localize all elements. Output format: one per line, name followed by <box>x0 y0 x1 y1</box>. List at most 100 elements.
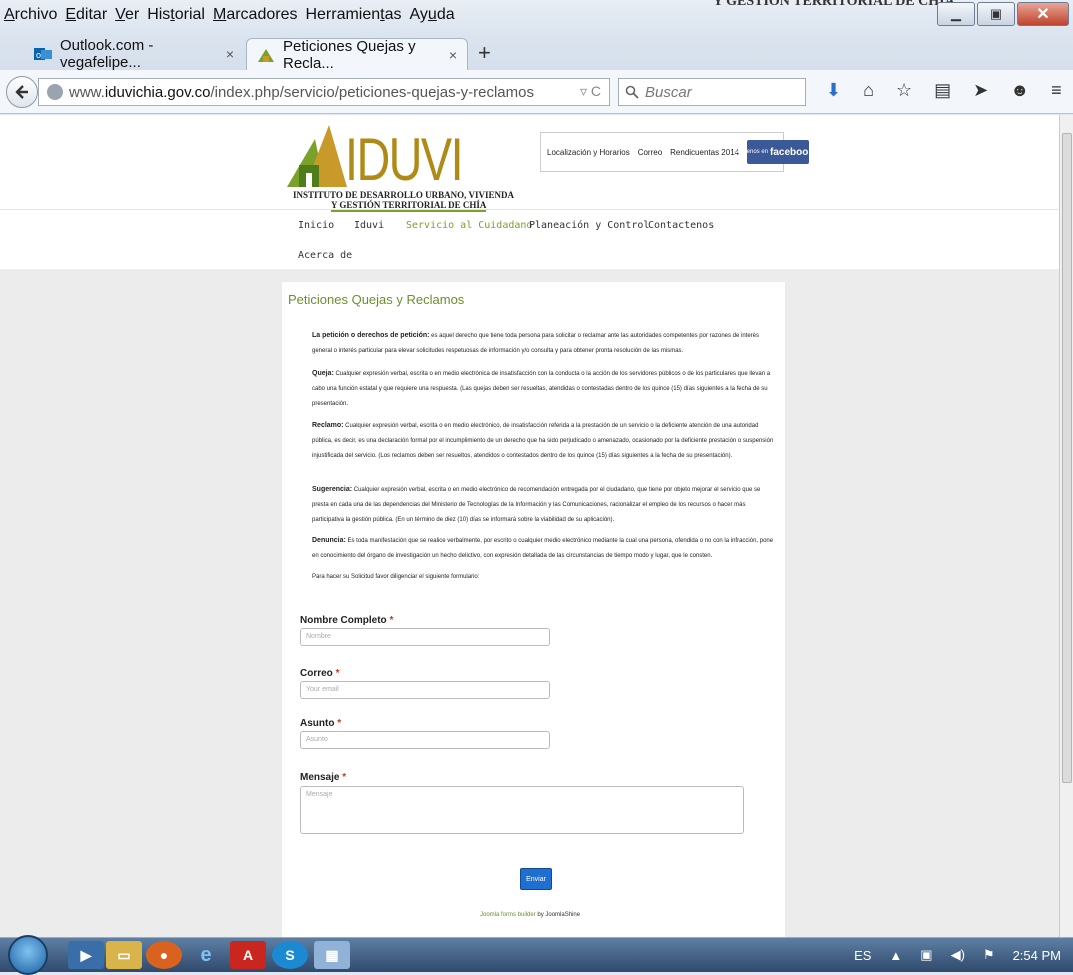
main-content: Peticiones Quejas y Reclamos La petición… <box>282 282 785 937</box>
taskbar-app-icon[interactable]: ▦ <box>314 941 350 969</box>
taskbar-skype-icon[interactable]: S <box>272 941 308 969</box>
submit-button[interactable]: Enviar <box>520 868 552 890</box>
subject-label: Asunto * <box>300 718 341 729</box>
taskbar-acrobat-icon[interactable]: A <box>230 941 266 969</box>
flag-icon[interactable]: ⚑ <box>983 947 995 963</box>
menu-item-accesskey: E <box>65 6 77 23</box>
language-indicator[interactable]: ES <box>854 948 871 963</box>
tab-bar: o Outlook.com - vegafelipe... × Peticion… <box>0 34 1073 72</box>
nav-inicio[interactable]: Inicio <box>298 220 334 231</box>
paragraph-lead: Reclamo: <box>312 422 344 429</box>
menu-item-text: ditar <box>76 6 108 23</box>
required-mark: * <box>389 615 394 626</box>
back-button[interactable] <box>6 76 38 108</box>
tab-outlook[interactable]: o Outlook.com - vegafelipe... × <box>24 37 244 71</box>
close-window-button[interactable]: ✕ <box>1017 2 1069 26</box>
reading-list-icon[interactable]: ▤ <box>934 80 951 101</box>
start-button[interactable] <box>8 935 48 975</box>
taskbar-media-icon[interactable]: ▶ <box>68 941 104 969</box>
scrollbar-thumb[interactable] <box>1062 133 1072 783</box>
menu-item-text: orial <box>174 6 205 23</box>
menu-item[interactable]: Marcadores <box>213 6 297 24</box>
menu-item[interactable]: Ver <box>115 6 139 24</box>
message-placeholder: Mensaje <box>306 791 333 798</box>
menu-item-text: er <box>124 6 140 23</box>
link-localizacion[interactable]: Localización y Horarios <box>547 148 630 157</box>
message-label: Mensaje * <box>300 772 346 783</box>
nav-servicio-ciudadano[interactable]: Servicio al Cuidadano <box>406 220 532 231</box>
main-navigation: Inicio Iduvi Servicio al Cuidadano Plane… <box>0 209 1059 269</box>
taskbar-explorer-icon[interactable]: ▭ <box>106 941 142 969</box>
reload-icon[interactable]: ▿ C <box>580 83 601 100</box>
download-icon[interactable]: ⬇ <box>826 80 841 101</box>
tray-expand-icon[interactable]: ▲ <box>889 948 902 963</box>
new-tab-button[interactable]: + <box>478 40 491 66</box>
subject-input[interactable]: Asunto <box>300 731 550 749</box>
tab-close-icon[interactable]: × <box>449 47 457 63</box>
name-input[interactable]: Nombre <box>300 628 550 646</box>
paragraph-lead: Queja: <box>312 370 334 377</box>
menu-hamburger-icon[interactable]: ≡ <box>1051 80 1062 101</box>
paragraph-sugerencia: Sugerencia: Cualquier expresión verbal, … <box>312 482 774 528</box>
link-rendicuentas[interactable]: Rendicuentas 2014 <box>670 148 739 157</box>
search-field[interactable]: Buscar <box>618 78 806 106</box>
globe-icon <box>47 84 63 100</box>
tab-close-icon[interactable]: × <box>226 46 234 62</box>
top-links: Localización y Horarios Correo Rendicuen… <box>540 132 814 172</box>
email-input[interactable]: Your email <box>300 681 550 699</box>
svg-text:o: o <box>36 50 41 60</box>
home-icon[interactable]: ⌂ <box>863 80 874 101</box>
iduvi-favicon-icon <box>258 48 274 62</box>
navigation-toolbar: www. iduvichia.gov.co/index.php/servicio/… <box>0 70 1073 114</box>
taskbar-ie-icon[interactable]: e <box>188 941 224 969</box>
menu-item[interactable]: Editar <box>65 6 107 24</box>
tab-peticiones[interactable]: Peticiones Quejas y Recla... × <box>246 37 468 72</box>
menu-item-text: da <box>436 6 455 23</box>
paragraph-lead: Sugerencia: <box>312 486 353 493</box>
network-icon[interactable]: ▣ <box>920 947 932 963</box>
page-viewport: IDUVI INSTITUTO DE DESARROLLO URBANO, VI… <box>0 115 1059 937</box>
search-icon <box>625 85 639 99</box>
emoji-icon[interactable]: ☻ <box>1010 80 1029 101</box>
iduvi-logo[interactable]: IDUVI INSTITUTO DE DESARROLLO URBANO, VI… <box>285 119 515 212</box>
menu-item-accesskey: M <box>212 6 227 23</box>
message-label-text: Mensaje <box>300 772 340 783</box>
email-placeholder: Your email <box>306 686 339 693</box>
message-textarea[interactable]: Mensaje <box>300 786 744 834</box>
menu-item[interactable]: Archivo <box>4 6 57 24</box>
clock[interactable]: 2:54 PM <box>1013 948 1061 963</box>
facebook-small-text: Síguenos en <box>734 149 769 155</box>
url-bar[interactable]: www. iduvichia.gov.co/index.php/servicio/… <box>38 78 610 106</box>
paragraph-lead: La petición o derechos de petición: <box>312 332 430 339</box>
link-correo[interactable]: Correo <box>638 148 662 157</box>
name-label-text: Nombre Completo <box>300 615 387 626</box>
paragraph-peticion: La petición o derechos de petición: es a… <box>312 328 774 359</box>
menu-item[interactable]: Historial <box>147 6 205 24</box>
vertical-scrollbar[interactable] <box>1059 115 1073 937</box>
volume-icon[interactable]: ◀) <box>951 947 965 963</box>
nav-planeacion[interactable]: Planeación y Control <box>529 220 649 231</box>
form-footer: Joomla forms builder by JoomlaShine <box>480 912 580 918</box>
facebook-label: facebook <box>770 146 814 158</box>
menu-bar: Archivo Editar Ver Historial Marcadores Herra… <box>4 6 463 24</box>
menu-item[interactable]: Herramientas <box>305 6 401 24</box>
joomla-forms-link[interactable]: Joomla forms builder <box>480 912 536 918</box>
maximize-button[interactable]: ▣ <box>977 2 1015 26</box>
send-icon[interactable]: ➤ <box>973 80 988 101</box>
name-label: Nombre Completo * <box>300 615 393 626</box>
taskbar-firefox-icon[interactable]: ● <box>146 941 182 969</box>
background-window-title: Y GESTIÓN TERRITORIAL DE CHÍA <box>713 0 955 9</box>
subject-placeholder: Asunto <box>306 736 328 743</box>
system-tray: ES ▲ ▣ ◀) ⚑ 2:54 PM <box>854 947 1061 963</box>
tab-label: Peticiones Quejas y Recla... <box>283 37 416 72</box>
nav-acerca-de[interactable]: Acerca de <box>298 250 352 261</box>
menu-item[interactable]: Ayuda <box>410 6 455 24</box>
paragraph-text: Cualquier expresión verbal, escrita o en… <box>312 423 774 459</box>
nav-contactenos[interactable]: Contactenos <box>648 220 714 231</box>
nav-iduvi[interactable]: Iduvi <box>354 220 384 231</box>
minimize-button[interactable]: ▁ <box>937 2 975 26</box>
facebook-button[interactable]: Síguenos en facebook <box>734 140 814 164</box>
paragraph-text: Es toda manifestación que se realice ver… <box>312 538 774 559</box>
logo-subtitle-line1: INSTITUTO DE DESARROLLO URBANO, VIVIENDA <box>293 190 514 200</box>
bookmark-star-icon[interactable]: ☆ <box>896 80 912 101</box>
